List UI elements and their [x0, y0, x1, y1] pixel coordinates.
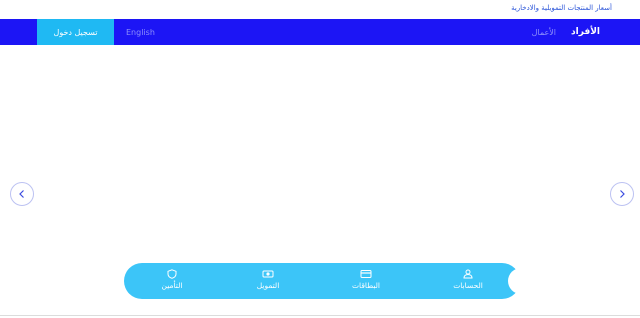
chevron-right-icon [620, 190, 625, 198]
nav-business[interactable]: الأعمال [532, 19, 556, 45]
quick-link-insurance-label: التأمين [161, 281, 183, 290]
language-switch-link[interactable]: English [126, 19, 155, 45]
users-icon [463, 269, 473, 279]
carousel-prev-button[interactable] [10, 182, 34, 206]
main-navbar: تسجيل دخول English الأعمال الأفراد [0, 19, 640, 45]
page-bottom-divider [0, 315, 640, 316]
quick-link-financing-label: التمويل [256, 281, 280, 290]
quick-link-financing[interactable]: التمويل [238, 269, 298, 295]
quick-link-insurance[interactable]: التأمين [142, 269, 202, 295]
carousel-next-button[interactable] [610, 182, 634, 206]
credit-card-icon [360, 270, 372, 278]
shield-icon [167, 269, 177, 279]
product-rates-link[interactable]: أسعار المنتجات التمويلية والادخارية [511, 4, 612, 12]
quick-bar-notch [508, 268, 534, 294]
nav-individuals[interactable]: الأفراد [571, 19, 600, 45]
quick-link-accounts-label: الحسابات [453, 281, 483, 290]
cash-icon [262, 270, 274, 278]
quick-link-cards[interactable]: البطاقات [336, 269, 396, 295]
quick-link-accounts[interactable]: الحسابات [438, 269, 498, 295]
chevron-left-icon [19, 190, 24, 198]
quick-link-cards-label: البطاقات [351, 281, 380, 290]
login-button[interactable]: تسجيل دخول [37, 19, 114, 45]
